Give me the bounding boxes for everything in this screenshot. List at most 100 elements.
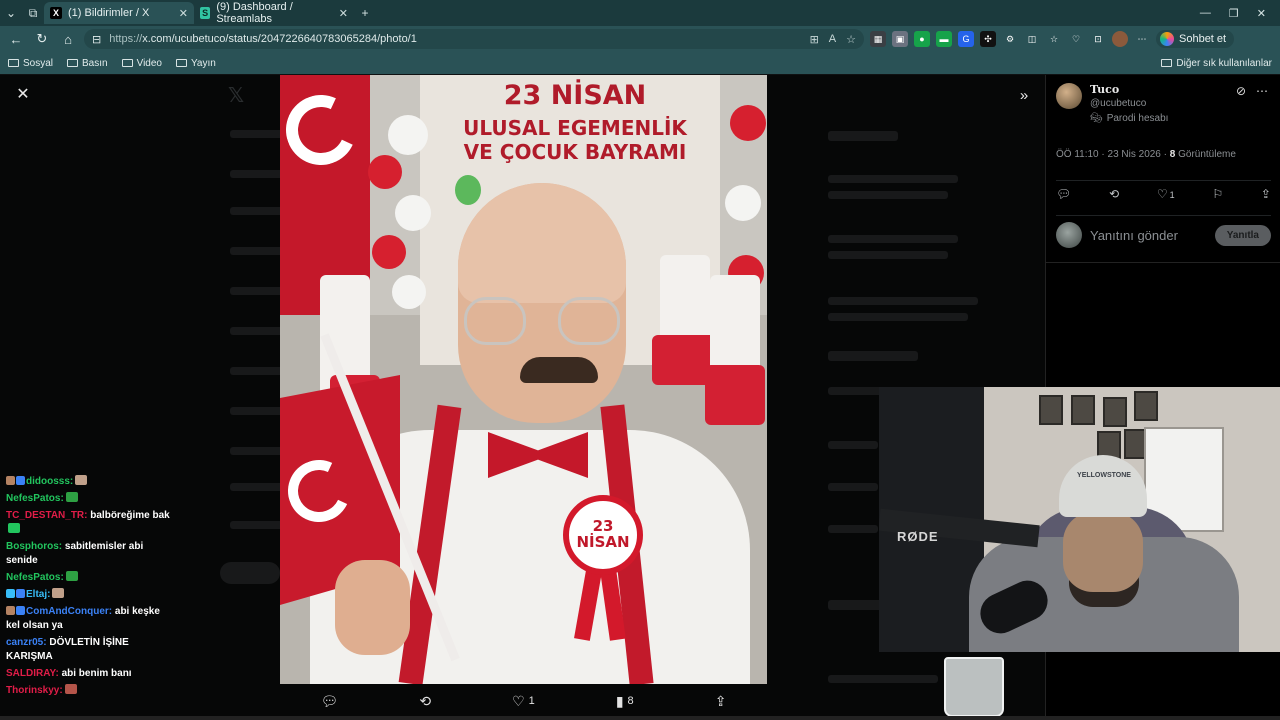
parody-label: 🎭︎ Parodi hesabı (1090, 113, 1168, 124)
balloon (455, 175, 481, 205)
more-menu-icon[interactable]: ⋯ (1134, 31, 1150, 47)
favorite-star-icon[interactable]: ☆ (846, 33, 856, 46)
repost-button[interactable]: ⟲ (419, 693, 431, 710)
author-name[interactable]: Tuco (1090, 83, 1146, 96)
read-aloud-icon[interactable]: A (829, 33, 836, 46)
collections-icon[interactable]: ⊡ (1090, 31, 1106, 47)
split-screen-icon[interactable]: ◫ (1024, 31, 1040, 47)
bookmark-folder[interactable]: Sosyal (8, 58, 53, 69)
tab-label: (1) Bildirimler / X (68, 7, 150, 19)
copilot-icon (1160, 32, 1174, 46)
views-button[interactable]: ▮ 8 (616, 693, 634, 710)
home-icon[interactable]: ⌂ (58, 29, 78, 49)
extensions-puzzle-icon[interactable]: ⚙ (1002, 31, 1018, 47)
close-window-icon[interactable]: ✕ (1257, 7, 1266, 20)
tweet-timestamp[interactable]: ÖÖ 11:10 · 23 Nis 2026 · (1056, 149, 1167, 160)
ghost-line (828, 483, 878, 491)
reply-icon[interactable]: 💬︎ (1056, 187, 1071, 201)
like-button[interactable]: ♡ 1 (512, 693, 535, 710)
streamlabs-favicon-icon: S (200, 7, 211, 19)
bookmark-label: Diğer sık kullanılanlar (1176, 57, 1272, 69)
chat-username[interactable]: NefesPatos: (6, 572, 64, 583)
chat-username[interactable]: canzr05: (6, 637, 47, 648)
translate-icon[interactable]: G (958, 31, 974, 47)
close-viewer-icon[interactable]: ✕ (14, 85, 32, 103)
tab-actions-chevron-icon[interactable]: ⌄ (0, 2, 22, 24)
chat-username[interactable]: Thorinskyy: (6, 685, 63, 696)
chat-emote-icon (75, 475, 88, 485)
extension-icon[interactable]: ✣ (980, 31, 996, 47)
profile-avatar[interactable] (1112, 31, 1128, 47)
favorites-icon[interactable]: ☆ (1046, 31, 1062, 47)
browser-essentials-icon[interactable]: ♡ (1068, 31, 1084, 47)
tab-bar: ⌄ ⧉ X (1) Bildirimler / X ✕ S (9) Dashbo… (0, 0, 1280, 26)
copilot-chat-button[interactable]: Sohbet et (1156, 30, 1235, 48)
chat-message: Bosphoros: sabitlemisler abi senide (6, 540, 176, 568)
tab-close-icon[interactable]: ✕ (339, 7, 348, 20)
other-favorites-folder[interactable]: Diğer sık kullanılanlar (1161, 58, 1272, 69)
ghost-line (828, 297, 978, 305)
chat-username[interactable]: SALDIRAY: (6, 668, 59, 679)
reply-button[interactable]: 💬︎ (321, 693, 339, 710)
url-field[interactable]: ⊟ https://x.com/ucubetuco/status/2047226… (84, 29, 864, 49)
chat-username[interactable]: Bosphoros: (6, 541, 62, 552)
reply-submit-button[interactable]: Yanıtla (1214, 224, 1271, 246)
share-icon[interactable]: ⇪ (1261, 187, 1271, 201)
like-button[interactable]: ♡ 1 (1157, 187, 1175, 201)
extension-icon[interactable]: ▦ (870, 31, 886, 47)
chat-badge-icon (16, 476, 25, 485)
tweet-author[interactable]: Tuco @ucubetuco (1056, 83, 1146, 109)
reply-input[interactable]: Yanıtını gönder (1090, 228, 1207, 243)
more-options-icon[interactable]: ⋯ (1256, 84, 1268, 98)
back-icon[interactable]: ← (6, 29, 26, 49)
author-avatar[interactable] (1056, 83, 1082, 109)
tweet-photo[interactable]: 23 NİSAN ULUSAL EGEMENLİK VE ÇOCUK BAYRA… (280, 75, 767, 684)
new-tab-button[interactable]: + (354, 2, 376, 24)
ghost-heading (828, 351, 918, 361)
extension-icon[interactable]: ▣ (892, 31, 908, 47)
ghost-line (828, 525, 878, 533)
chat-username[interactable]: TC_DESTAN_TR: (6, 510, 87, 521)
tab-streamlabs[interactable]: S (9) Dashboard / Streamlabs ✕ (194, 1, 354, 25)
bookmarks-bar: Sosyal Basın Video Yayın Diğer sık kulla… (0, 52, 1280, 74)
folder-icon (8, 59, 19, 67)
grok-icon[interactable]: ⊘ (1236, 84, 1246, 98)
tab-x-notifications[interactable]: X (1) Bildirimler / X ✕ (44, 2, 194, 24)
expand-panel-icon[interactable]: » (1014, 85, 1034, 105)
my-avatar (1056, 222, 1082, 248)
cam-wall-frame (1071, 395, 1095, 425)
chat-username[interactable]: ComAndConquer: (26, 606, 112, 617)
tab-label: (9) Dashboard / Streamlabs (216, 1, 293, 25)
repost-icon[interactable]: ⟲ (1109, 187, 1119, 201)
chat-username[interactable]: NefesPatos: (6, 493, 64, 504)
maximize-icon[interactable]: ❐ (1229, 7, 1239, 20)
bookmark-icon[interactable]: ⚐ (1212, 187, 1223, 201)
tab-close-icon[interactable]: ✕ (179, 7, 188, 20)
address-bar-row: ← ↻ ⌂ ⊟ https://x.com/ucubetuco/status/2… (0, 26, 1280, 52)
chat-username[interactable]: didoosss: (26, 476, 73, 487)
tweet-top-actions: ⊘ ⋯ (1236, 84, 1268, 98)
bookmark-folder[interactable]: Basın (67, 58, 108, 69)
parody-mask-icon: 🎭︎ (1090, 113, 1103, 124)
folder-icon (1161, 59, 1173, 67)
stream-chat: didoosss: NefesPatos: TC_DESTAN_TR: balbör… (6, 475, 176, 701)
folder-icon (176, 59, 187, 67)
reply-icon: 💬︎ (320, 692, 339, 709)
chat-username[interactable]: Eltaj: (26, 589, 50, 600)
balloon (395, 195, 431, 231)
app-available-icon[interactable]: ⊞ (810, 33, 819, 46)
share-button[interactable]: ⇪ (715, 693, 727, 710)
bookmark-folder[interactable]: Video (121, 58, 162, 69)
view-count: 8 (627, 695, 634, 707)
ghost-line (828, 313, 968, 321)
extension-icon[interactable]: ▬ (936, 31, 952, 47)
x-logo-icon: 𝕏 (228, 85, 245, 107)
balloon (368, 155, 402, 189)
reload-icon[interactable]: ↻ (32, 29, 52, 49)
author-handle[interactable]: @ucubetuco (1090, 98, 1146, 109)
bookmark-folder[interactable]: Yayın (176, 58, 216, 69)
workspaces-icon[interactable]: ⧉ (22, 2, 44, 24)
site-info-icon[interactable]: ⊟ (92, 33, 101, 46)
minimize-icon[interactable]: — (1200, 7, 1211, 19)
extension-icon[interactable]: ● (914, 31, 930, 47)
